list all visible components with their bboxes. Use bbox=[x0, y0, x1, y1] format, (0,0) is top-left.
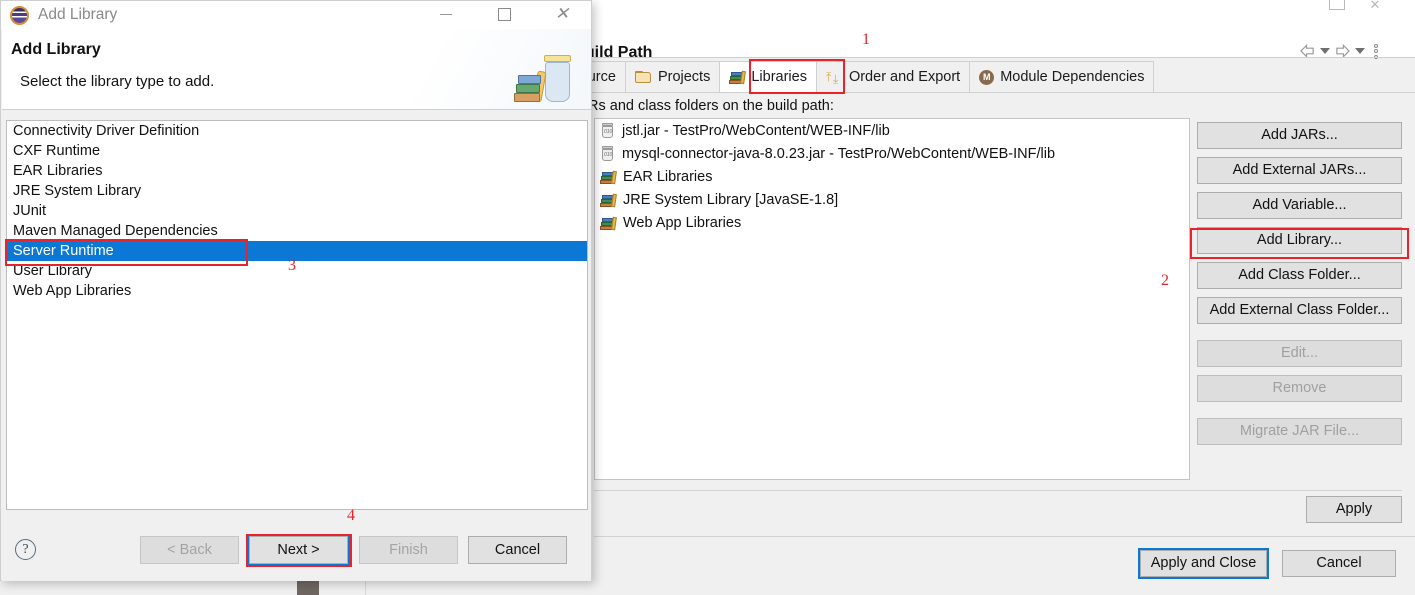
dialog-subheading: Select the library type to add. bbox=[20, 73, 215, 90]
tab-projects-label: Projects bbox=[657, 69, 711, 85]
add-external-jars-button[interactable]: Add External JARs... bbox=[1197, 157, 1402, 184]
maximize-icon[interactable] bbox=[491, 3, 517, 25]
list-item[interactable]: Web App Libraries bbox=[595, 211, 1189, 234]
jar-list-caption: Rs and class folders on the build path: bbox=[588, 98, 834, 114]
add-variable-button[interactable]: Add Variable... bbox=[1197, 192, 1402, 219]
tab-module-dependencies-label: Module Dependencies bbox=[1000, 69, 1145, 85]
remove-button: Remove bbox=[1197, 375, 1402, 402]
eclipse-logo-icon bbox=[10, 5, 29, 25]
annotation-number-3: 3 bbox=[288, 257, 296, 274]
back-button: < Back bbox=[140, 536, 239, 564]
dialog-title: Add Library bbox=[38, 6, 118, 23]
cancel-button[interactable]: Cancel bbox=[468, 536, 567, 564]
build-path-action-buttons: Add JARs... Add External JARs... Add Var… bbox=[1197, 122, 1402, 453]
tab-libraries-label: Libraries bbox=[751, 69, 807, 85]
tab-order-and-export-label: Order and Export bbox=[848, 69, 961, 85]
header-divider bbox=[594, 57, 1415, 58]
list-item-label: mysql-connector-java-8.0.23.jar - TestPr… bbox=[622, 145, 1056, 162]
books-icon bbox=[729, 70, 747, 85]
migrate-jar-file-button: Migrate JAR File... bbox=[1197, 418, 1402, 445]
list-item-label: EAR Libraries bbox=[623, 168, 713, 185]
list-item[interactable]: EAR Libraries bbox=[7, 161, 587, 181]
list-item[interactable]: Web App Libraries bbox=[7, 281, 587, 301]
arrow-right-icon[interactable] bbox=[1335, 44, 1350, 58]
apply-button[interactable]: Apply bbox=[1306, 496, 1402, 523]
books-icon bbox=[600, 216, 617, 230]
books-icon bbox=[600, 170, 617, 184]
library-type-list[interactable]: Connectivity Driver Definition CXF Runti… bbox=[6, 120, 588, 510]
cancel-button[interactable]: Cancel bbox=[1282, 550, 1396, 577]
list-item-label: JRE System Library [JavaSE-1.8] bbox=[623, 191, 839, 208]
list-item-label: Web App Libraries bbox=[623, 214, 742, 231]
jar-icon: 010 bbox=[600, 145, 615, 162]
jar-icon: 010 bbox=[600, 122, 615, 139]
list-item[interactable]: JUnit bbox=[7, 201, 587, 221]
tab-order-and-export[interactable]: ⤒ ⤓ Order and Export bbox=[815, 61, 971, 93]
order-arrows-icon: ⤒ ⤓ bbox=[825, 70, 839, 86]
help-question-icon[interactable]: ? bbox=[15, 539, 36, 560]
annotation-number-4: 4 bbox=[347, 507, 355, 524]
list-item[interactable]: Connectivity Driver Definition bbox=[7, 121, 587, 141]
list-item-label: jstl.jar - TestPro/WebContent/WEB-INF/li… bbox=[622, 122, 890, 139]
apply-divider bbox=[594, 490, 1402, 491]
minimize-icon[interactable] bbox=[1300, 0, 1314, 14]
tabs-underline bbox=[594, 92, 1415, 93]
next-button[interactable]: Next > bbox=[247, 534, 350, 566]
apply-and-close-button[interactable]: Apply and Close bbox=[1138, 548, 1269, 579]
add-library-button[interactable]: Add Library... bbox=[1197, 227, 1402, 254]
tab-projects[interactable]: Projects bbox=[624, 61, 721, 93]
annotation-number-1: 1 bbox=[862, 31, 870, 48]
edit-button: Edit... bbox=[1197, 340, 1402, 367]
build-path-tabs: Source Projects Libraries ⤒ ⤓ Order and E… bbox=[560, 61, 1155, 93]
list-item[interactable]: CXF Runtime bbox=[7, 141, 587, 161]
list-item[interactable]: EAR Libraries bbox=[595, 165, 1189, 188]
list-item[interactable]: JRE System Library [JavaSE-1.8] bbox=[595, 188, 1189, 211]
module-icon: M bbox=[979, 69, 995, 85]
annotation-number-2: 2 bbox=[1161, 272, 1169, 289]
list-item[interactable]: 010 jstl.jar - TestPro/WebContent/WEB-IN… bbox=[595, 119, 1189, 142]
maximize-icon[interactable] bbox=[1329, 0, 1345, 10]
list-item[interactable]: Maven Managed Dependencies bbox=[7, 221, 587, 241]
forward-history-chevron-down-icon[interactable] bbox=[1355, 48, 1365, 54]
minimize-icon[interactable] bbox=[433, 3, 459, 25]
jar-with-books-icon bbox=[512, 55, 582, 113]
add-library-dialog: Add Library ✕ Add Library Select the lib… bbox=[0, 0, 592, 581]
tab-libraries[interactable]: Libraries bbox=[719, 61, 817, 93]
navigation-toolbar bbox=[1300, 40, 1378, 62]
add-jars-button[interactable]: Add JARs... bbox=[1197, 122, 1402, 149]
close-icon[interactable]: ✕ bbox=[1367, 0, 1383, 12]
dialog-heading: Add Library bbox=[11, 41, 101, 58]
back-history-chevron-down-icon[interactable] bbox=[1320, 48, 1330, 54]
list-item-selected-server-runtime[interactable]: Server Runtime bbox=[7, 241, 587, 261]
finish-button: Finish bbox=[359, 536, 458, 564]
list-item[interactable]: User Library bbox=[7, 261, 587, 281]
add-external-class-folder-button[interactable]: Add External Class Folder... bbox=[1197, 297, 1402, 324]
folder-icon bbox=[634, 70, 652, 84]
screenshot-root: ✕ a Build Path Source Projects Libraries… bbox=[0, 0, 1415, 595]
add-class-folder-button[interactable]: Add Class Folder... bbox=[1197, 262, 1402, 289]
tab-module-dependencies[interactable]: M Module Dependencies bbox=[969, 61, 1155, 93]
books-icon bbox=[600, 193, 617, 207]
footer-divider bbox=[594, 536, 1415, 537]
arrow-left-icon[interactable] bbox=[1300, 44, 1315, 58]
list-item[interactable]: 010 mysql-connector-java-8.0.23.jar - Te… bbox=[595, 142, 1189, 165]
build-path-entries-list[interactable]: 010 jstl.jar - TestPro/WebContent/WEB-IN… bbox=[594, 118, 1190, 480]
dialog-header: Add Library Select the library type to a… bbox=[2, 29, 591, 110]
close-icon[interactable]: ✕ bbox=[549, 3, 575, 25]
list-item[interactable]: JRE System Library bbox=[7, 181, 587, 201]
